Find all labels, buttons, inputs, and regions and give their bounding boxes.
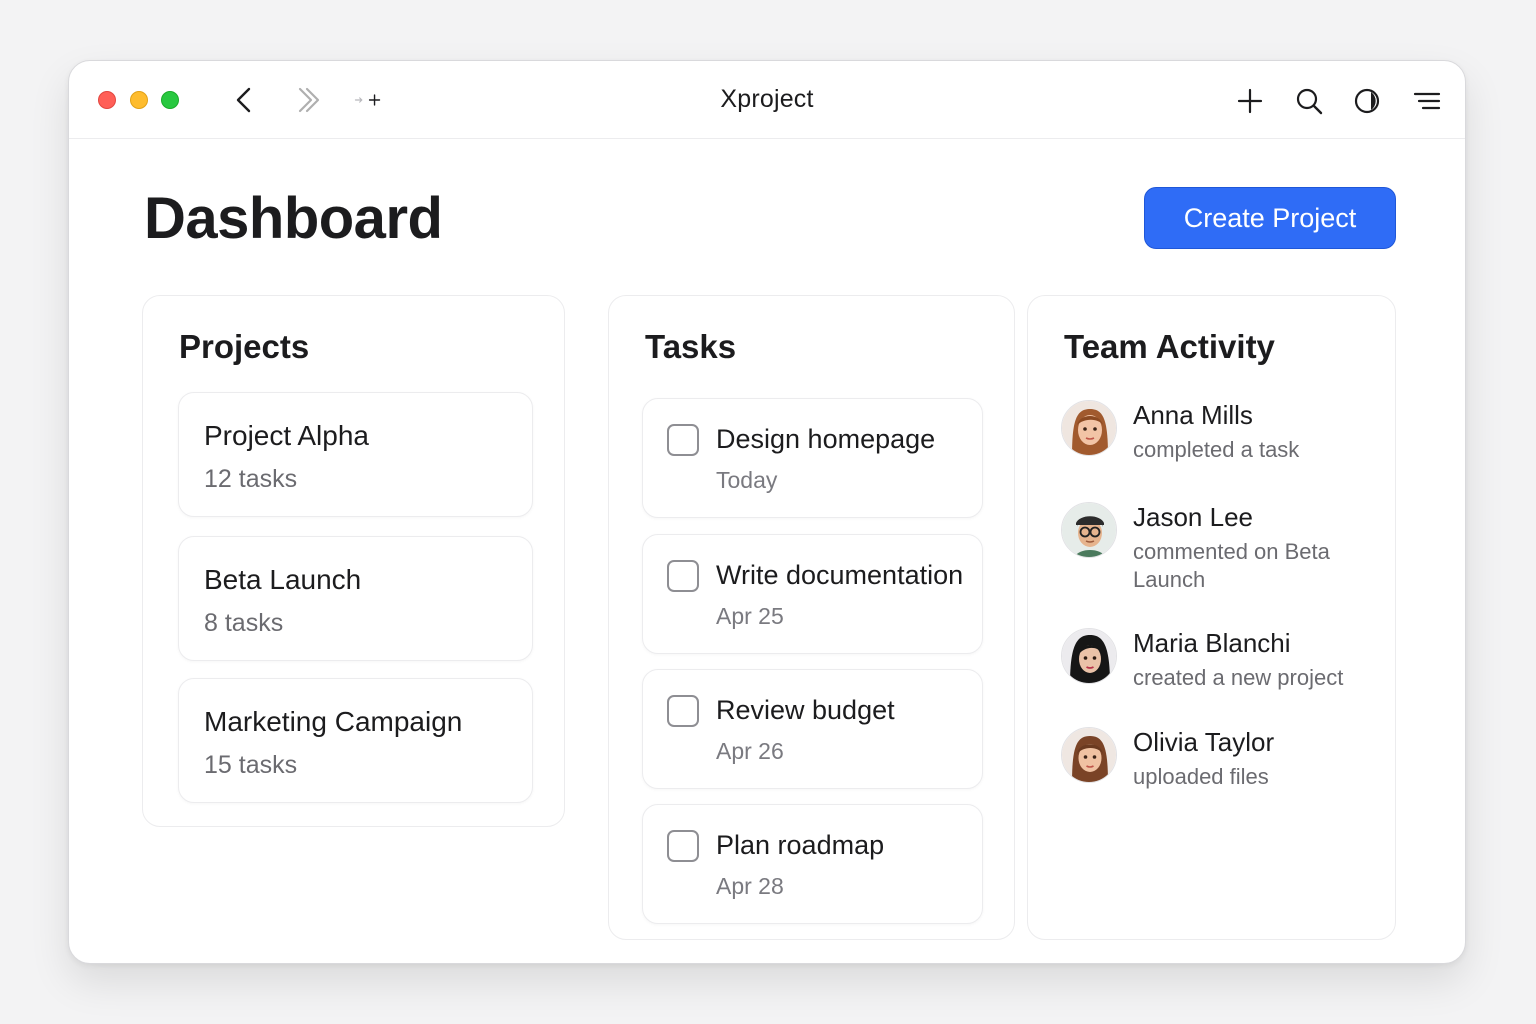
project-card[interactable]: Project Alpha 12 tasks bbox=[178, 392, 533, 517]
theme-icon bbox=[1354, 88, 1380, 114]
app-window: Xproject Dashboard Create Project Projec… bbox=[68, 60, 1466, 964]
activity-user-name: Anna Mills bbox=[1133, 400, 1253, 430]
title-bar: Xproject bbox=[69, 61, 1465, 139]
plus-icon bbox=[1237, 88, 1263, 114]
projects-panel: Projects Project Alpha 12 tasks Beta Lau… bbox=[142, 295, 565, 827]
activity-description: commented on Beta Launch bbox=[1133, 539, 1330, 592]
projects-title: Projects bbox=[179, 328, 310, 365]
project-card[interactable]: Marketing Campaign 15 tasks bbox=[178, 678, 533, 803]
tasks-panel: Tasks Design homepage Today Write docume… bbox=[608, 295, 1015, 940]
search-icon bbox=[1296, 88, 1323, 115]
add-button[interactable] bbox=[1232, 83, 1268, 119]
task-item[interactable]: Plan roadmap Apr 28 bbox=[642, 804, 983, 924]
tasks-title: Tasks bbox=[645, 328, 737, 365]
project-name: Beta Launch bbox=[204, 564, 362, 595]
activity-description: completed a task bbox=[1133, 437, 1300, 462]
activity-description: created a new project bbox=[1133, 665, 1344, 690]
task-item[interactable]: Write documentation Apr 25 bbox=[642, 534, 983, 654]
create-project-button[interactable]: Create Project bbox=[1144, 187, 1396, 249]
task-name: Design homepage bbox=[716, 424, 936, 454]
task-name: Write documentation bbox=[716, 560, 964, 590]
task-checkbox[interactable] bbox=[667, 560, 699, 592]
task-due-date: Apr 25 bbox=[716, 603, 784, 629]
task-name: Plan roadmap bbox=[716, 830, 885, 860]
task-name: Review budget bbox=[716, 695, 895, 725]
theme-toggle-button[interactable] bbox=[1349, 83, 1385, 119]
activity-user-name: Jason Lee bbox=[1133, 502, 1253, 532]
activity-user-name: Maria Blanchi bbox=[1133, 628, 1291, 658]
avatar[interactable] bbox=[1061, 628, 1117, 684]
project-task-count: 12 tasks bbox=[204, 465, 298, 493]
activity-user-name: Olivia Taylor bbox=[1133, 727, 1275, 757]
activity-description: uploaded files bbox=[1133, 764, 1269, 789]
avatar[interactable] bbox=[1061, 400, 1117, 456]
project-name: Marketing Campaign bbox=[204, 706, 463, 737]
task-due-date: Apr 26 bbox=[716, 738, 784, 764]
task-due-date: Today bbox=[716, 467, 778, 493]
project-name: Project Alpha bbox=[204, 420, 369, 451]
search-button[interactable] bbox=[1291, 83, 1327, 119]
project-task-count: 8 tasks bbox=[204, 609, 284, 637]
menu-button[interactable] bbox=[1409, 83, 1445, 119]
avatar[interactable] bbox=[1061, 727, 1117, 783]
avatar[interactable] bbox=[1061, 502, 1117, 558]
project-card[interactable]: Beta Launch 8 tasks bbox=[178, 536, 533, 661]
task-due-date: Apr 28 bbox=[716, 873, 784, 899]
team-activity-title: Team Activity bbox=[1064, 328, 1275, 365]
team-activity-panel: Team Activity Anna Mills completed a tas… bbox=[1027, 295, 1396, 940]
page-title: Dashboard bbox=[144, 186, 443, 251]
task-checkbox[interactable] bbox=[667, 695, 699, 727]
task-checkbox[interactable] bbox=[667, 424, 699, 456]
task-item[interactable]: Design homepage Today bbox=[642, 398, 983, 518]
task-item[interactable]: Review budget Apr 26 bbox=[642, 669, 983, 789]
project-task-count: 15 tasks bbox=[204, 751, 298, 779]
task-checkbox[interactable] bbox=[667, 830, 699, 862]
menu-icon bbox=[1413, 92, 1441, 110]
